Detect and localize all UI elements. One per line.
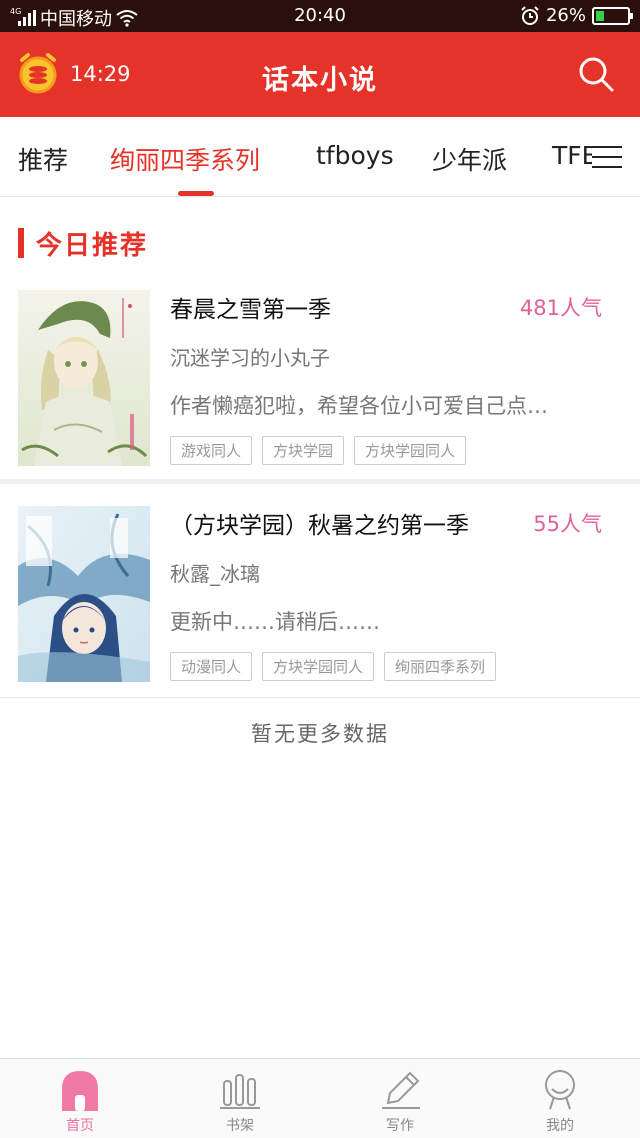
book-description: 作者懒癌犯啦，希望各位小可爱自己点… [170, 394, 548, 418]
nav-home[interactable]: 首页 [0, 1059, 160, 1138]
book-author[interactable]: 沉迷学习的小丸子 [170, 342, 330, 371]
tab-tfboys[interactable]: tfboys [316, 141, 394, 170]
book-tag[interactable]: 动漫同人 [170, 652, 253, 681]
app-header: 14:29 话本小说 [0, 32, 640, 117]
nav-profile[interactable]: 我的 [480, 1059, 640, 1138]
home-icon [62, 1071, 98, 1111]
section-title: 今日推荐 [18, 226, 149, 261]
book-title[interactable]: （方块学园）秋暑之约第一季 [170, 506, 469, 540]
tag-list: 游戏同人 方块学园 方块学园同人 [170, 436, 467, 465]
nav-label: 我的 [546, 1118, 574, 1134]
book-tag[interactable]: 绚丽四季系列 [384, 652, 497, 681]
book-description: 更新中……请稍后…… [170, 610, 380, 634]
tab-four-seasons[interactable]: 绚丽四季系列 [110, 141, 260, 177]
bottom-navigation: 首页 书架 写作 我的 [0, 1058, 640, 1138]
popularity-count: 55人气 [533, 512, 602, 536]
book-tag[interactable]: 方块学园 [262, 436, 345, 465]
tab-recommend[interactable]: 推荐 [18, 141, 68, 177]
status-right: 26% [520, 5, 633, 26]
nav-bookshelf[interactable]: 书架 [160, 1059, 320, 1138]
book-card[interactable]: （方块学园）秋暑之约第一季 55人气 秋露_冰璃 更新中……请稍后…… 动漫同人… [0, 500, 640, 698]
book-author[interactable]: 秋露_冰璃 [170, 558, 260, 587]
section-title-text: 今日推荐 [36, 230, 149, 261]
section-accent-bar [18, 228, 24, 258]
book-tag[interactable]: 方块学园同人 [354, 436, 467, 465]
pencil-icon [382, 1071, 420, 1109]
no-more-data-message: 暂无更多数据 [251, 722, 389, 746]
book-tag[interactable]: 游戏同人 [170, 436, 253, 465]
tab-shaonianpai[interactable]: 少年派 [432, 141, 507, 177]
alarm-clock-icon [521, 5, 539, 25]
book-card[interactable]: 春晨之雪第一季 481人气 沉迷学习的小丸子 作者懒癌犯啦，希望各位小可爱自己点… [0, 284, 640, 484]
nav-write[interactable]: 写作 [320, 1059, 480, 1138]
battery-level [596, 10, 604, 21]
book-cover[interactable] [18, 290, 150, 466]
tab-menu-icon[interactable] [592, 117, 640, 196]
tag-list: 动漫同人 方块学园同人 绚丽四季系列 [170, 652, 497, 681]
bookshelf-icon [220, 1074, 260, 1109]
battery-percent: 26% [545, 5, 586, 26]
book-cover[interactable] [18, 506, 150, 682]
profile-icon [545, 1070, 575, 1110]
nav-label: 首页 [66, 1118, 94, 1134]
search-icon[interactable] [578, 56, 614, 92]
book-tag[interactable]: 方块学园同人 [262, 652, 375, 681]
category-tab-bar: 推荐 绚丽四季系列 tfboys 少年派 TFB [0, 117, 640, 197]
popularity-count: 481人气 [519, 296, 602, 320]
app-title: 话本小说 [262, 65, 378, 96]
status-bar: 4G 中国移动 20:40 26% [0, 0, 640, 32]
nav-label: 书架 [226, 1118, 254, 1134]
book-title[interactable]: 春晨之雪第一季 [170, 290, 331, 324]
active-tab-indicator [178, 191, 214, 196]
nav-label: 写作 [386, 1118, 414, 1134]
battery-icon [592, 6, 633, 25]
